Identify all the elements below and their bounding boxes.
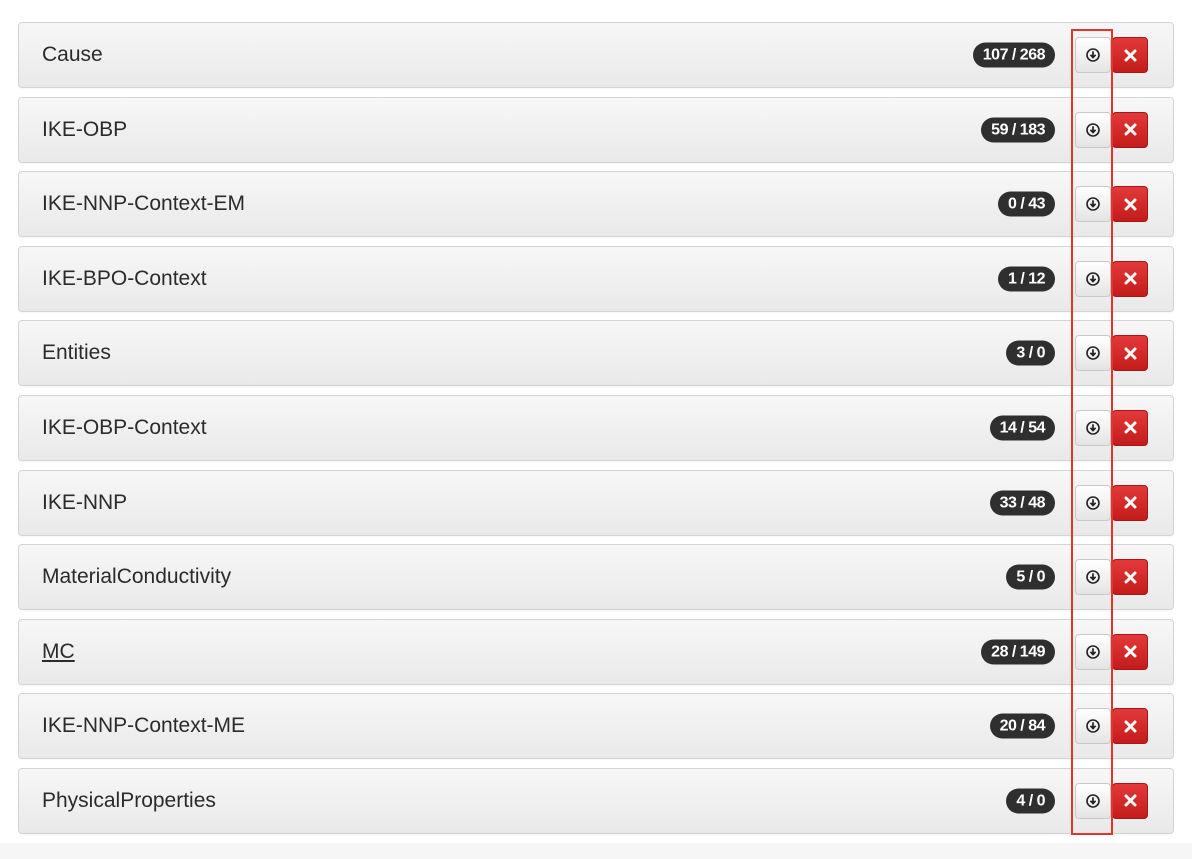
download-circle-icon [1086, 495, 1100, 510]
close-x-icon [1124, 645, 1136, 658]
delete-button[interactable] [1112, 186, 1148, 223]
download-circle-icon [1086, 197, 1100, 211]
download-button[interactable] [1075, 37, 1111, 73]
download-button[interactable] [1075, 335, 1111, 372]
delete-button[interactable] [1112, 782, 1148, 819]
count-badge: 107 / 268 [972, 42, 1055, 68]
download-button[interactable] [1075, 782, 1111, 819]
item-name: PhysicalProperties [42, 788, 216, 812]
delete-button[interactable] [1112, 260, 1148, 297]
item-name: MaterialConductivity [42, 565, 232, 589]
item-name: Entities [42, 341, 111, 365]
count-badge: 0 / 43 [997, 191, 1055, 217]
count-badge: 14 / 54 [989, 415, 1055, 441]
download-button[interactable] [1075, 186, 1111, 223]
list-item[interactable]: IKE-OBP 59 / 183 [18, 96, 1174, 163]
count-badge: 1 / 12 [997, 266, 1055, 292]
download-circle-icon [1086, 421, 1100, 435]
list-item[interactable]: IKE-BPO-Context 1 / 12 [18, 245, 1174, 312]
delete-button[interactable] [1112, 37, 1148, 73]
close-x-icon [1124, 794, 1136, 807]
list-item[interactable]: IKE-OBP-Context 14 / 54 [18, 394, 1174, 461]
close-x-icon [1124, 347, 1136, 360]
download-circle-icon [1086, 719, 1100, 734]
close-x-icon [1124, 421, 1136, 434]
download-button[interactable] [1075, 708, 1111, 745]
list-item[interactable]: Cause 107 / 268 [18, 22, 1174, 88]
download-circle-icon [1086, 570, 1100, 584]
download-button[interactable] [1075, 559, 1111, 596]
close-x-icon [1124, 272, 1136, 285]
delete-button[interactable] [1112, 409, 1148, 446]
footer-strip [0, 843, 1192, 859]
list-item[interactable]: IKE-NNP-Context-ME 20 / 84 [18, 693, 1174, 760]
download-button[interactable] [1075, 484, 1111, 521]
download-button[interactable] [1075, 633, 1111, 670]
delete-button[interactable] [1112, 111, 1148, 148]
item-name-link[interactable]: MC [42, 620, 75, 684]
count-badge: 59 / 183 [981, 117, 1055, 143]
list-item[interactable]: IKE-NNP 33 / 48 [18, 469, 1174, 536]
download-circle-icon [1086, 794, 1100, 808]
count-badge: 5 / 0 [1006, 564, 1055, 590]
list-item[interactable]: MaterialConductivity 5 / 0 [18, 544, 1174, 611]
delete-button[interactable] [1112, 708, 1148, 745]
list-item[interactable]: Entities 3 / 0 [18, 320, 1174, 387]
list-item[interactable]: PhysicalProperties 4 / 0 [18, 767, 1174, 834]
download-circle-icon [1086, 271, 1100, 286]
close-x-icon [1124, 496, 1136, 509]
close-x-icon [1124, 198, 1136, 211]
download-button[interactable] [1075, 409, 1111, 446]
item-name: IKE-NNP-Context-EM [42, 192, 246, 216]
item-name: IKE-NNP-Context-ME [42, 714, 246, 738]
count-badge: 3 / 0 [1006, 340, 1055, 366]
download-circle-icon [1086, 644, 1100, 659]
item-name: Cause [42, 43, 103, 66]
count-badge: 28 / 149 [981, 639, 1055, 665]
item-name: IKE-NNP [42, 490, 128, 514]
item-name: IKE-BPO-Context [42, 266, 207, 290]
delete-button[interactable] [1112, 559, 1148, 596]
close-x-icon [1124, 123, 1136, 136]
list-item[interactable]: IKE-NNP-Context-EM 0 / 43 [18, 171, 1174, 238]
count-badge: 33 / 48 [989, 490, 1055, 516]
item-name: IKE-OBP [42, 117, 128, 141]
close-x-icon [1124, 720, 1136, 733]
close-x-icon [1124, 49, 1136, 61]
list-item[interactable]: MC 28 / 149 [18, 618, 1174, 685]
close-x-icon [1124, 571, 1136, 584]
item-name: IKE-OBP-Context [42, 415, 207, 439]
download-circle-icon [1086, 48, 1100, 62]
item-list: Cause 107 / 268 IKE-OBP 59 / 183 IKE-NNP… [18, 22, 1174, 843]
download-circle-icon [1086, 122, 1100, 137]
download-circle-icon [1086, 346, 1100, 361]
delete-button[interactable] [1112, 335, 1148, 372]
download-button[interactable] [1075, 111, 1111, 148]
delete-button[interactable] [1112, 633, 1148, 670]
delete-button[interactable] [1112, 484, 1148, 521]
count-badge: 20 / 84 [989, 713, 1055, 739]
count-badge: 4 / 0 [1006, 788, 1055, 814]
download-button[interactable] [1075, 260, 1111, 297]
